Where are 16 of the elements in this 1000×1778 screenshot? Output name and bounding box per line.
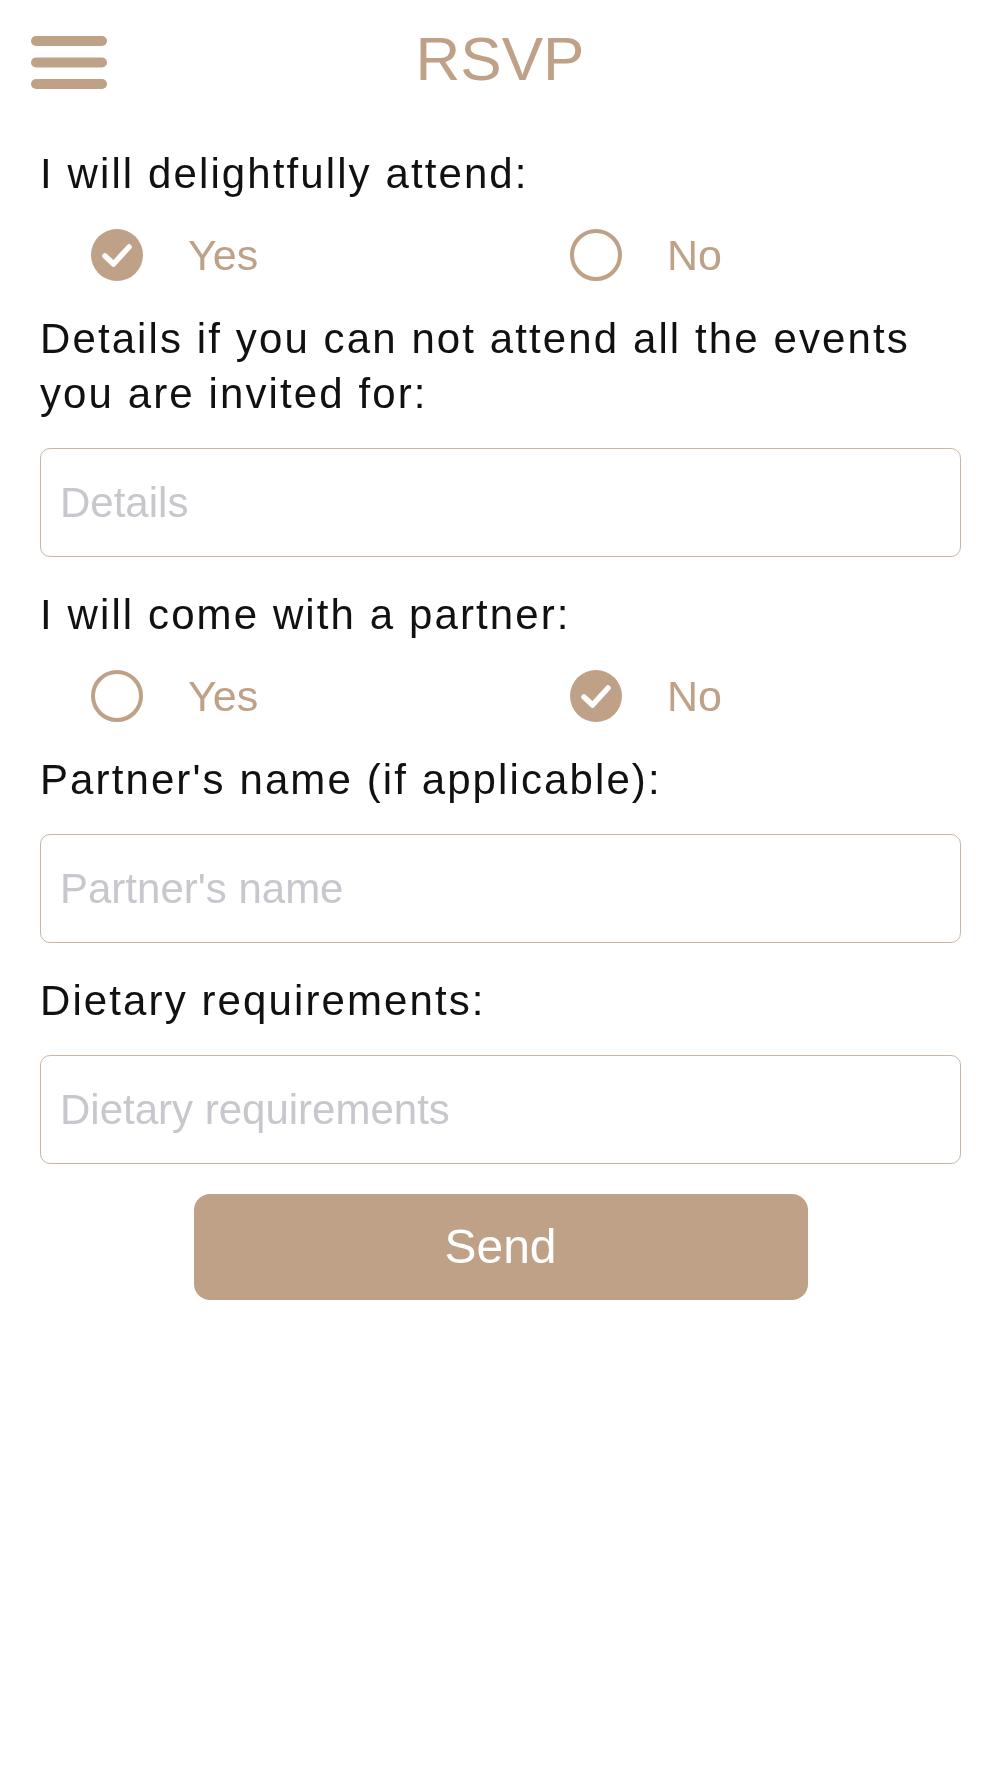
page-title: RSVP (415, 28, 585, 90)
menu-button[interactable] (31, 35, 107, 89)
radio-option[interactable]: No (570, 670, 722, 722)
radio-option[interactable]: No (570, 229, 722, 281)
radio-option[interactable]: Yes (91, 229, 259, 281)
field-label: I will delightfully attend: (40, 149, 530, 199)
text-field[interactable]: Dietary requirements (40, 1055, 961, 1164)
field-label: I will come with a partner: (40, 590, 572, 640)
field-label: Details if you can not attend all the events you are invited for: (40, 314, 911, 419)
field-label: Dietary requirements: (40, 976, 487, 1026)
text-field[interactable]: Details (40, 448, 961, 557)
radio-option[interactable]: Yes (91, 670, 259, 722)
field-label: Partner's name (if applicable): (40, 755, 663, 805)
text-field[interactable]: Partner's name (40, 834, 961, 943)
send-button[interactable]: Send (193, 1194, 808, 1300)
menu-icon (31, 35, 107, 89)
